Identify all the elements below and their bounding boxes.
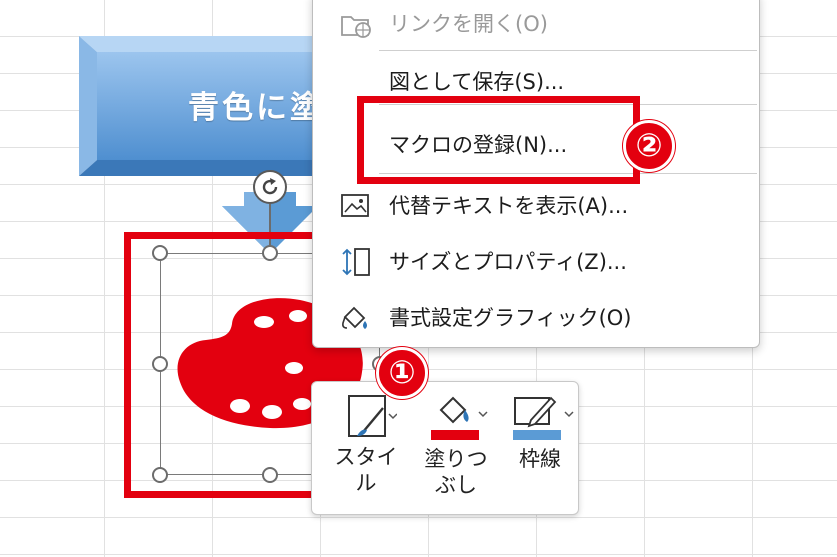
- highlight-box-macro: [357, 96, 640, 184]
- menu-label-size-properties: サイズとプロパティ(Z)...: [389, 250, 627, 274]
- fill-label-line1: 塗りつ: [424, 447, 488, 471]
- format-graphic-icon: [342, 306, 367, 329]
- size-properties-icon: [342, 248, 370, 276]
- menu-label-view-alt-text: 代替テキストを表示(A)...: [389, 194, 629, 218]
- style-label: スタイル: [334, 445, 398, 495]
- outline-label: 枠線: [519, 447, 561, 471]
- menu-item-open-link[interactable]: リンクを開く(O): [313, 5, 759, 43]
- fill-bucket-icon: [431, 396, 488, 440]
- style-button[interactable]: スタイル: [326, 392, 406, 496]
- outline-button[interactable]: 枠線: [500, 392, 580, 472]
- menu-item-size-properties[interactable]: サイズとプロパティ(Z)...: [313, 243, 759, 281]
- step-callout-1: ①: [376, 347, 428, 399]
- menu-item-format-graphic[interactable]: 書式設定グラフィック(O): [313, 299, 759, 337]
- menu-label-format-graphic: 書式設定グラフィック(O): [389, 306, 632, 330]
- style-icon: [348, 395, 398, 437]
- open-link-icon: [341, 16, 371, 38]
- step-callout-2: ②: [623, 120, 675, 172]
- mini-toolbar: スタイル 塗りつ ぶし 枠線: [311, 381, 579, 515]
- fill-button[interactable]: 塗りつ ぶし: [416, 392, 496, 498]
- alt-text-icon: [341, 194, 369, 217]
- outline-pen-icon: [513, 396, 574, 440]
- menu-label-save-as-picture: 図として保存(S)...: [389, 70, 565, 94]
- menu-label-open-link: リンクを開く(O): [389, 12, 548, 36]
- fill-label-line2: ぶし: [435, 473, 477, 497]
- menu-item-view-alt-text[interactable]: 代替テキストを表示(A)...: [313, 187, 759, 225]
- rotate-handle-icon[interactable]: [253, 170, 287, 204]
- menu-separator: [379, 50, 757, 51]
- blue-shape-text: 青色に塗: [188, 90, 324, 126]
